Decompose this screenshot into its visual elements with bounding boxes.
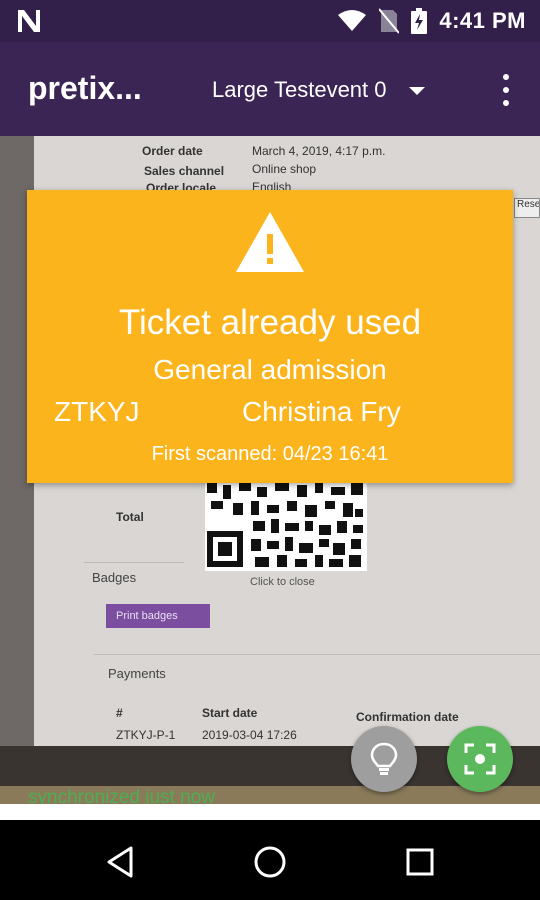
reset-button: Rese [514,198,540,218]
event-name: Large Testevent 0 [212,77,387,102]
scan-focus-icon [464,743,496,775]
result-product: General admission [153,354,387,385]
scan-button[interactable] [447,726,513,792]
warning-icon [236,212,304,272]
no-sim-icon [379,8,400,34]
confirmation-date-label: Confirmation date [356,710,459,724]
qr-code-icon [205,481,367,571]
payment-id: ZTKYJ-P-1 [116,728,176,742]
recents-button[interactable] [396,838,444,886]
n-notification-icon [18,10,40,32]
total-label: Total [116,510,144,524]
lightbulb-icon [370,742,398,775]
back-button[interactable] [96,838,144,886]
badges-label: Badges [92,570,137,585]
order-date-value: March 4, 2019, 4:17 p.m. [252,144,386,158]
flashlight-button[interactable] [351,726,417,792]
recents-icon [406,848,434,876]
event-selector[interactable]: Large Testevent 0 [212,72,425,108]
payments-label: Payments [108,666,166,681]
overflow-menu-icon [503,74,509,80]
qr-caption: Click to close [250,576,315,588]
sales-channel-label: Sales channel [144,164,225,178]
qr-code [205,481,367,571]
sales-channel-value: Online shop [252,162,317,176]
status-bar: 4:41 PM [0,0,540,42]
scan-result-card[interactable]: Ticket already used General admission ZT… [27,190,513,483]
result-attendee-name: Christina Fry [242,396,401,427]
print-badges-button: Print badges [106,604,210,628]
app-title: pretix... [28,70,142,106]
hash-label: # [116,706,123,720]
navigation-bar [0,820,540,900]
app-toolbar: pretix... Large Testevent 0 [0,42,540,136]
result-order-code: ZTKYJ [54,396,140,427]
result-first-scanned: First scanned: 04/23 16:41 [151,443,389,465]
order-date-label: Order date [142,144,203,158]
back-icon [107,846,133,878]
payment-date: 2019-03-04 17:26 [202,728,297,742]
start-date-label: Start date [202,706,258,720]
clock: 4:41 PM [439,8,526,33]
result-title: Ticket already used [118,303,422,342]
home-button[interactable] [246,838,294,886]
dropdown-caret-icon [408,87,425,95]
home-icon [254,846,286,878]
battery-charging-icon [411,8,428,34]
wifi-icon [338,10,367,31]
overflow-menu-button[interactable] [500,74,512,106]
